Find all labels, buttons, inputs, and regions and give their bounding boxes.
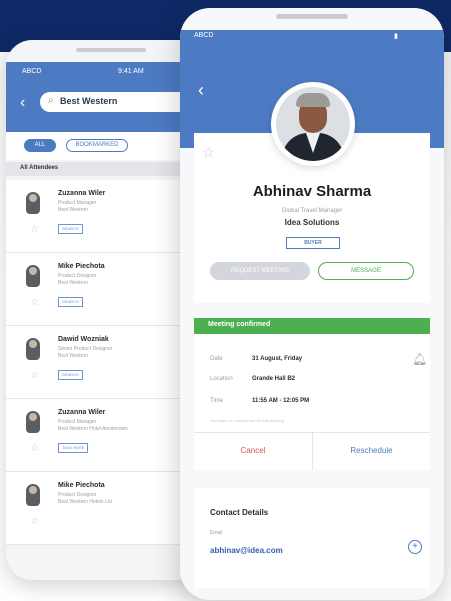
attendee-name: Dawid Wozniak: [58, 336, 109, 343]
attendee-company: Best Western Hotels Ltd: [58, 499, 112, 505]
attendee-role: Product Manager: [58, 419, 97, 425]
attendee-tag: SEARCH: [58, 297, 83, 307]
avatar: [26, 192, 40, 214]
star-icon[interactable]: ☆: [30, 370, 39, 381]
attendee-tag: TAKE HERE: [58, 443, 89, 453]
carrier-label: ABCD: [22, 68, 42, 75]
meeting-status-bar: Meeting confirmed: [194, 318, 430, 334]
avatar-photo: [276, 87, 350, 161]
section-title: All Attendees: [20, 165, 59, 171]
attendee-company: Best Western: [58, 280, 88, 286]
attendee-name: Zuzanna Wiler: [58, 190, 106, 197]
status-time: 9:41 AM: [118, 68, 144, 75]
speaker-notch: [76, 48, 146, 52]
message-button[interactable]: MESSAGE: [318, 262, 414, 280]
bookmark-star-icon[interactable]: ☆: [202, 144, 215, 161]
search-value: Best Western: [60, 96, 118, 106]
attendee-role: Senior Product Designer: [58, 346, 113, 352]
date-value: 31 August, Friday: [252, 356, 303, 362]
star-icon[interactable]: ☆: [30, 297, 39, 308]
star-icon[interactable]: ☆: [30, 224, 39, 235]
avatar: [26, 484, 40, 506]
back-arrow-icon[interactable]: ‹: [198, 80, 204, 101]
meeting-status: Meeting confirmed: [208, 321, 271, 328]
time-value: 11:55 AM - 12:05 PM: [252, 398, 310, 404]
attendee-company: Best Western: [58, 207, 88, 213]
reschedule-button[interactable]: Reschedule: [313, 432, 430, 470]
attendee-role: Product Designer: [58, 492, 97, 498]
star-icon[interactable]: ☆: [30, 443, 39, 454]
avatar: [271, 82, 355, 166]
bell-icon[interactable]: 🔔︎: [412, 352, 427, 366]
attendee-name: Mike Piechota: [58, 482, 105, 489]
reminder-note: You have no reminder set for this meetin…: [210, 418, 284, 423]
profile-phone: ABCD ▮ ‹ ☆ Abhinav Sharma Global Travel …: [180, 8, 444, 600]
attendee-role: Product Manager: [58, 200, 97, 206]
contact-title: Contact Details: [210, 508, 269, 517]
back-arrow-icon[interactable]: ‹: [20, 95, 25, 111]
contact-card: Contact Details Email abhinav@idea.com +: [194, 488, 430, 588]
avatar: [26, 338, 40, 360]
filter-chip-bookmarked[interactable]: BOOKMARKED: [66, 139, 128, 152]
battery-icon: ▮: [394, 33, 398, 40]
profile-company: Idea Solutions: [284, 218, 340, 227]
avatar-hair: [296, 93, 330, 107]
avatar: [26, 265, 40, 287]
date-label: Date: [210, 356, 223, 362]
attendee-tag: SEARCH: [58, 370, 83, 380]
cancel-button[interactable]: Cancel: [194, 432, 312, 470]
carrier-label: ABCD: [194, 32, 214, 39]
time-label: Time: [210, 398, 224, 404]
request-meeting-button[interactable]: REQUEST MEETING: [210, 262, 310, 280]
attendee-role: Product Designer: [58, 273, 97, 279]
speaker-notch: [276, 14, 348, 19]
meeting-card: Meeting confirmed Date 31 August, Friday…: [194, 318, 430, 470]
search-icon: ⌕: [48, 95, 54, 106]
add-contact-icon[interactable]: +: [408, 540, 422, 554]
profile-name: Abhinav Sharma: [252, 183, 372, 200]
filter-chip-all[interactable]: ALL: [24, 139, 56, 152]
attendee-name: Mike Piechota: [58, 263, 105, 270]
location-label: Location: [210, 376, 233, 382]
location-value: Grande Hall B2: [252, 376, 296, 382]
attendee-company: Best Western Hotel Amsterdam: [58, 426, 128, 432]
attendee-name: Zuzanna Wiler: [58, 409, 106, 416]
avatar: [26, 411, 40, 433]
attendee-company: Best Western: [58, 353, 88, 359]
buyer-badge: BUYER: [286, 237, 340, 249]
star-icon[interactable]: ☆: [30, 516, 39, 527]
email-label: Email: [210, 530, 223, 536]
email-link[interactable]: abhinav@idea.com: [210, 546, 283, 555]
attendee-tag: SEARCH: [58, 224, 83, 234]
profile-role: Global Travel Manager: [281, 208, 343, 214]
